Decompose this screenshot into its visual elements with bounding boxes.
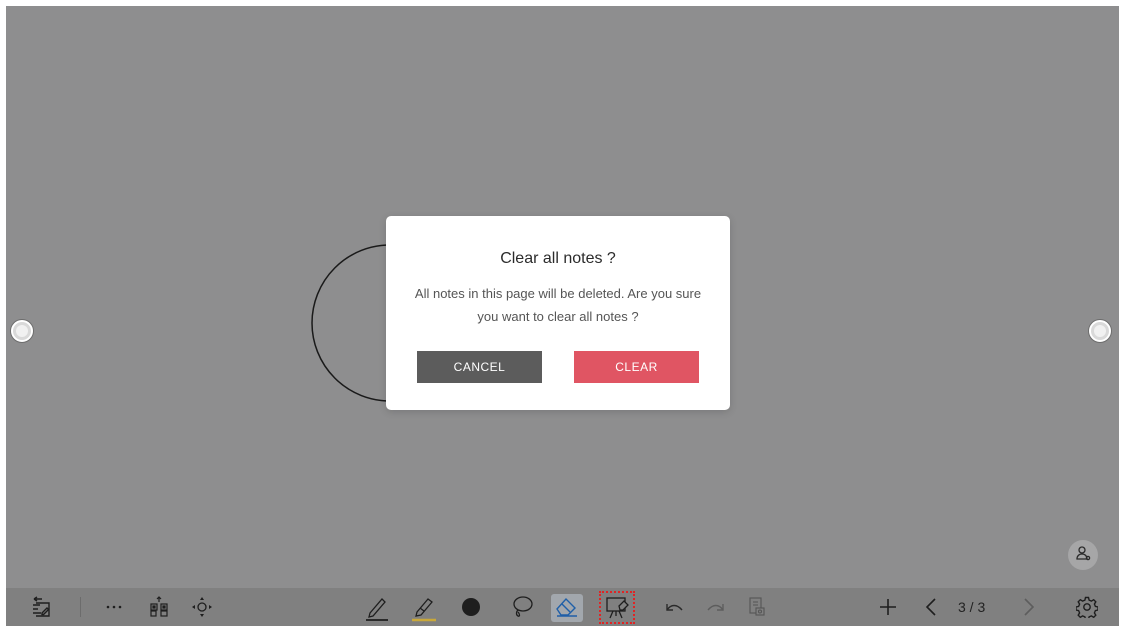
dialog-message: All notes in this page will be deleted. … xyxy=(414,286,702,324)
eraser-icon[interactable] xyxy=(551,588,583,626)
move-arrows-icon[interactable] xyxy=(189,588,215,626)
menu-list-icon[interactable] xyxy=(26,588,56,626)
cancel-button[interactable]: CANCEL xyxy=(417,351,542,383)
clear-notes-dialog: Clear all notes ? All notes in this page… xyxy=(386,216,730,410)
next-page-icon[interactable] xyxy=(1018,588,1040,626)
highlighter-icon[interactable] xyxy=(408,588,440,626)
clear-board-icon[interactable] xyxy=(602,588,632,626)
undo-icon[interactable] xyxy=(661,588,687,626)
pen-icon[interactable] xyxy=(362,588,392,626)
redo-icon[interactable] xyxy=(703,588,729,626)
user-icon xyxy=(1075,545,1091,566)
brush-dot-icon[interactable] xyxy=(458,588,484,626)
prev-page-icon[interactable] xyxy=(920,588,942,626)
toolbar-divider xyxy=(80,597,81,617)
user-button[interactable] xyxy=(1068,540,1098,570)
right-handle[interactable] xyxy=(1089,320,1111,342)
lasso-icon[interactable] xyxy=(508,588,536,626)
dialog-title: Clear all notes ? xyxy=(500,250,616,267)
page-indicator: 3 / 3 xyxy=(958,599,986,615)
more-dots-icon[interactable] xyxy=(102,588,126,626)
bottom-toolbar: 3 / 3 xyxy=(6,588,1119,626)
qr-scan-icon[interactable] xyxy=(146,588,172,626)
settings-icon[interactable] xyxy=(1074,588,1100,626)
left-handle[interactable] xyxy=(11,320,33,342)
save-page-icon[interactable] xyxy=(746,588,768,626)
clear-button[interactable]: CLEAR xyxy=(574,351,699,383)
add-page-icon[interactable] xyxy=(875,588,901,626)
